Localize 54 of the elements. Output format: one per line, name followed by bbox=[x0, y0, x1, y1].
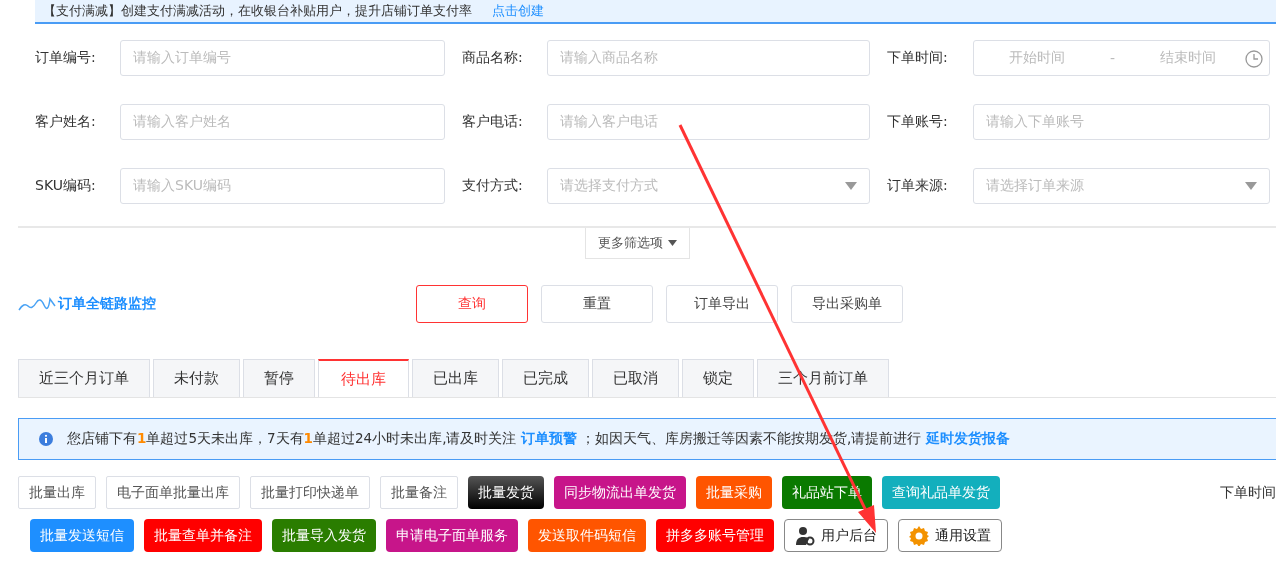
gear-icon bbox=[909, 525, 929, 546]
action-button[interactable]: 批量查单并备注 bbox=[144, 519, 262, 552]
order-tab[interactable]: 未付款 bbox=[153, 359, 240, 397]
action-button[interactable]: 重置 bbox=[541, 285, 653, 323]
order-tab[interactable]: 已完成 bbox=[502, 359, 589, 397]
clock-icon bbox=[1245, 50, 1263, 68]
action-button[interactable]: 申请电子面单服务 bbox=[386, 519, 518, 552]
range-separator: - bbox=[1109, 50, 1116, 66]
field-label: 下单账号: bbox=[886, 113, 949, 131]
action-button[interactable]: 批量导入发货 bbox=[272, 519, 376, 552]
info-icon bbox=[39, 432, 53, 446]
order-tab[interactable]: 暂停 bbox=[243, 359, 315, 397]
sort-label: 下单时间 bbox=[1220, 483, 1276, 502]
order-tab[interactable]: 锁定 bbox=[682, 359, 754, 397]
banner-text: 【支付满减】创建支付满减活动，在收银台补贴用户，提升店铺订单支付率 bbox=[43, 2, 472, 20]
query-button[interactable]: 查询 bbox=[416, 285, 528, 323]
action-button[interactable]: 批量发货 bbox=[468, 476, 544, 509]
field-label: 客户姓名: bbox=[34, 113, 97, 131]
caret-icon bbox=[845, 182, 857, 190]
notice-link[interactable]: 订单预警 bbox=[520, 430, 577, 446]
caret-icon bbox=[1245, 182, 1257, 190]
field-label: 支付方式: bbox=[461, 177, 524, 195]
settings-button[interactable]: 通用设置 bbox=[898, 519, 1002, 552]
action-button[interactable]: 发送取件码短信 bbox=[528, 519, 646, 552]
order-tab[interactable]: 已出库 bbox=[412, 359, 499, 397]
action-button[interactable]: 批量备注 bbox=[380, 476, 458, 509]
action-button[interactable]: 批量出库 bbox=[18, 476, 96, 509]
user-gear-icon bbox=[795, 525, 815, 546]
field-label: 下单时间: bbox=[886, 49, 949, 67]
field-label: 商品名称: bbox=[461, 49, 524, 67]
caret-icon bbox=[667, 240, 677, 246]
field-label: 订单编号: bbox=[34, 49, 97, 67]
wave-icon bbox=[18, 297, 56, 311]
action-button[interactable]: 拼多多账号管理 bbox=[656, 519, 774, 552]
start-placeholder: 开始时间 bbox=[1008, 49, 1065, 67]
action-button[interactable]: 同步物流出单发货 bbox=[554, 476, 686, 509]
order-tab[interactable]: 已取消 bbox=[592, 359, 679, 397]
action-button[interactable]: 批量采购 bbox=[696, 476, 772, 509]
order-tab[interactable]: 待出库 bbox=[318, 359, 409, 397]
field-label: SKU编码: bbox=[34, 177, 97, 195]
action-button[interactable]: 批量打印快递单 bbox=[250, 476, 370, 509]
field-label: 订单来源: bbox=[886, 177, 949, 195]
field-label: 客户电话: bbox=[461, 113, 524, 131]
monitor-link[interactable]: 订单全链路监控 bbox=[58, 295, 156, 313]
order-tab[interactable]: 近三个月订单 bbox=[18, 359, 150, 397]
action-button[interactable]: 批量发送短信 bbox=[30, 519, 134, 552]
action-button[interactable]: 订单导出 bbox=[666, 285, 778, 323]
notice-link[interactable]: 延时发货报备 bbox=[925, 430, 1010, 446]
action-button[interactable]: 导出采购单 bbox=[791, 285, 903, 323]
action-button[interactable]: 电子面单批量出库 bbox=[106, 476, 240, 509]
more-filters-button[interactable]: 更多筛选项 bbox=[584, 228, 690, 259]
user-admin-button[interactable]: 用户后台 bbox=[784, 519, 888, 552]
create-link[interactable]: 点击创建 bbox=[492, 2, 544, 20]
end-placeholder: 结束时间 bbox=[1160, 49, 1217, 67]
